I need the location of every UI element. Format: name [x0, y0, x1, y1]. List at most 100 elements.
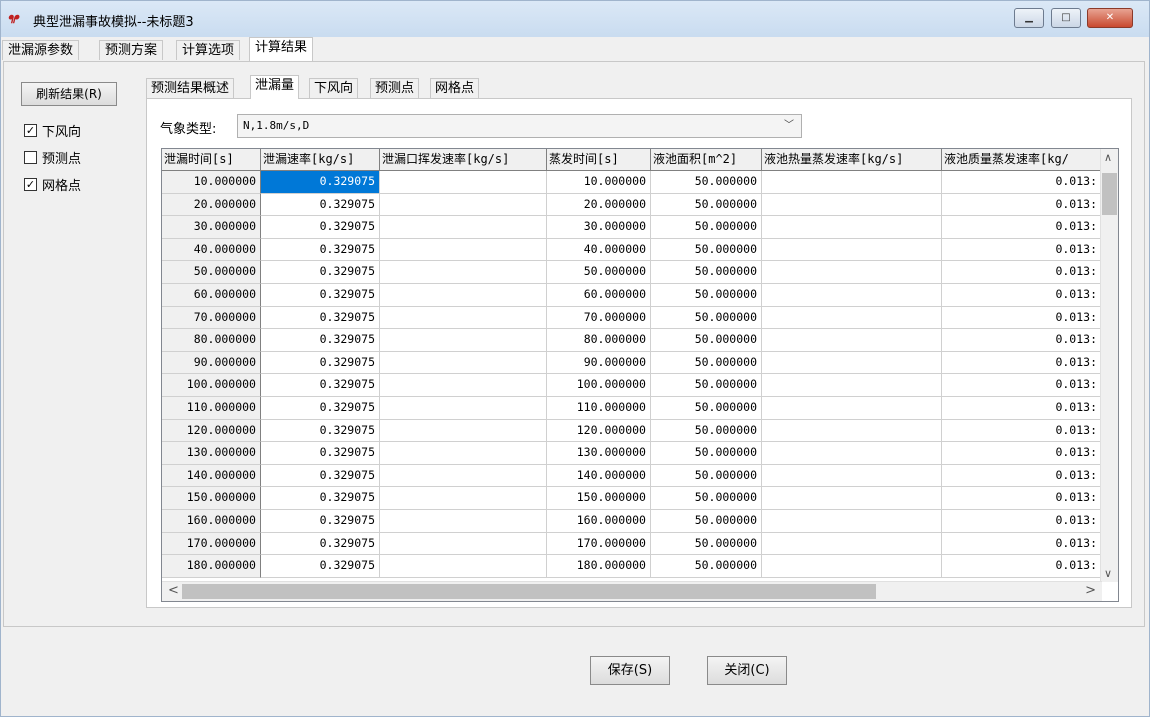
- table-cell[interactable]: [762, 216, 942, 239]
- table-cell[interactable]: 0.013:: [942, 532, 1102, 556]
- table-cell[interactable]: [380, 487, 547, 510]
- results-grid[interactable]: 泄漏时间[s] 泄漏速率[kg/s] 泄漏口挥发速率[kg/s] 蒸发时间[s] 液池面…: [161, 148, 1119, 602]
- table-cell[interactable]: 0.013:: [942, 464, 1102, 488]
- table-cell[interactable]: 0.013:: [942, 555, 1102, 578]
- table-cell[interactable]: 0.329075: [261, 171, 380, 194]
- tab-prediction-plan[interactable]: 预测方案: [99, 40, 164, 60]
- table-cell[interactable]: [762, 283, 942, 307]
- scroll-down-icon[interactable]: ∨: [1104, 567, 1112, 580]
- tab-calc-results[interactable]: 计算结果: [249, 37, 314, 61]
- table-cell[interactable]: 50.000000: [651, 216, 762, 239]
- table-row[interactable]: 60.000000 0.329075 60.000000 50.000000 0.013…: [162, 283, 1102, 307]
- table-cell[interactable]: 50.000000: [651, 509, 762, 533]
- table-cell[interactable]: [380, 396, 547, 420]
- table-cell[interactable]: 10.000000: [547, 171, 651, 194]
- table-row[interactable]: 80.000000 0.329075 80.000000 50.000000 0.013…: [162, 329, 1102, 352]
- save-button[interactable]: 保存(S): [590, 656, 670, 685]
- table-cell[interactable]: 20.000000: [547, 193, 651, 217]
- table-cell[interactable]: 0.329075: [261, 555, 380, 578]
- checkbox-grid-point-box[interactable]: ✓: [24, 177, 37, 191]
- table-cell[interactable]: 0.013:: [942, 351, 1102, 375]
- table-cell[interactable]: 0.013:: [942, 329, 1102, 352]
- table-cell[interactable]: 0.013:: [942, 487, 1102, 510]
- table-cell[interactable]: 180.000000: [547, 555, 651, 578]
- table-cell[interactable]: [762, 555, 942, 578]
- table-cell[interactable]: 50.000000: [651, 555, 762, 578]
- table-cell[interactable]: [380, 509, 547, 533]
- tab-grid-point[interactable]: 网格点: [430, 78, 480, 98]
- table-cell[interactable]: 110.000000: [547, 396, 651, 420]
- tab-downwind[interactable]: 下风向: [309, 78, 359, 98]
- table-cell[interactable]: 50.000000: [651, 193, 762, 217]
- table-cell[interactable]: 0.013:: [942, 374, 1102, 397]
- table-cell[interactable]: 40.000000: [547, 238, 651, 262]
- tab-leak-amount[interactable]: 泄漏量: [250, 75, 300, 99]
- table-cell[interactable]: 0.329075: [261, 351, 380, 375]
- table-cell[interactable]: [762, 329, 942, 352]
- table-cell[interactable]: 50.000000: [651, 283, 762, 307]
- table-row[interactable]: 10.000000 0.329075 10.000000 50.000000 0.013…: [162, 171, 1102, 194]
- table-cell[interactable]: 90.000000: [547, 351, 651, 375]
- tab-prediction-point[interactable]: 预测点: [370, 78, 420, 98]
- row-header-cell[interactable]: 120.000000: [162, 419, 261, 443]
- table-cell[interactable]: [380, 261, 547, 284]
- row-header-cell[interactable]: 180.000000: [162, 555, 261, 578]
- table-cell[interactable]: [380, 283, 547, 307]
- table-cell[interactable]: 50.000000: [651, 351, 762, 375]
- vertical-scrollbar[interactable]: ∧ ∨: [1100, 149, 1118, 582]
- table-cell[interactable]: 170.000000: [547, 532, 651, 556]
- close-button[interactable]: 关闭(C): [707, 656, 787, 685]
- row-header-cell[interactable]: 100.000000: [162, 374, 261, 397]
- row-header-cell[interactable]: 150.000000: [162, 487, 261, 510]
- row-header-cell[interactable]: 80.000000: [162, 329, 261, 352]
- table-cell[interactable]: 160.000000: [547, 509, 651, 533]
- table-cell[interactable]: 0.329075: [261, 396, 380, 420]
- table-cell[interactable]: [762, 464, 942, 488]
- table-cell[interactable]: 50.000000: [651, 487, 762, 510]
- table-row[interactable]: 140.000000 0.329075 140.000000 50.000000 0.0…: [162, 464, 1102, 488]
- row-header-cell[interactable]: 20.000000: [162, 193, 261, 217]
- vertical-scroll-thumb[interactable]: [1102, 173, 1117, 215]
- table-cell[interactable]: [380, 193, 547, 217]
- table-row[interactable]: 180.000000 0.329075 180.000000 50.000000 0.0…: [162, 555, 1102, 578]
- title-bar[interactable]: ᖳᖰ 典型泄漏事故模拟--未标题3 ▁ □ ✕: [1, 1, 1149, 37]
- table-row[interactable]: 100.000000 0.329075 100.000000 50.000000 0.0…: [162, 374, 1102, 397]
- table-cell[interactable]: [762, 374, 942, 397]
- column-header[interactable]: 泄漏速率[kg/s]: [261, 149, 380, 171]
- table-row[interactable]: 40.000000 0.329075 40.000000 50.000000 0.013…: [162, 238, 1102, 262]
- weather-type-select[interactable]: N,1.8m/s,D ﹀: [237, 114, 802, 138]
- maximize-button[interactable]: □: [1051, 8, 1081, 28]
- table-cell[interactable]: 50.000000: [651, 464, 762, 488]
- table-cell[interactable]: [762, 509, 942, 533]
- table-cell[interactable]: [762, 396, 942, 420]
- table-row[interactable]: 120.000000 0.329075 120.000000 50.000000 0.0…: [162, 419, 1102, 443]
- scroll-up-icon[interactable]: ∧: [1104, 151, 1112, 164]
- scroll-right-icon[interactable]: >: [1085, 583, 1096, 598]
- table-cell[interactable]: 0.329075: [261, 374, 380, 397]
- table-cell[interactable]: 0.329075: [261, 306, 380, 330]
- tab-calc-options[interactable]: 计算选项: [176, 40, 241, 60]
- table-cell[interactable]: 50.000000: [547, 261, 651, 284]
- table-row[interactable]: 130.000000 0.329075 130.000000 50.000000 0.0…: [162, 442, 1102, 465]
- checkbox-prediction-point[interactable]: 预测点: [24, 148, 81, 167]
- table-cell[interactable]: [380, 329, 547, 352]
- table-cell[interactable]: 0.013:: [942, 216, 1102, 239]
- table-cell[interactable]: [762, 532, 942, 556]
- table-cell[interactable]: 50.000000: [651, 532, 762, 556]
- table-cell[interactable]: 0.013:: [942, 193, 1102, 217]
- table-cell[interactable]: [380, 442, 547, 465]
- table-cell[interactable]: [380, 532, 547, 556]
- table-cell[interactable]: 0.013:: [942, 238, 1102, 262]
- table-cell[interactable]: 0.013:: [942, 442, 1102, 465]
- table-cell[interactable]: [762, 351, 942, 375]
- table-cell[interactable]: [762, 487, 942, 510]
- table-cell[interactable]: 0.329075: [261, 238, 380, 262]
- table-cell[interactable]: 150.000000: [547, 487, 651, 510]
- table-cell[interactable]: 0.013:: [942, 261, 1102, 284]
- minimize-button[interactable]: ▁: [1014, 8, 1044, 28]
- table-cell[interactable]: 0.013:: [942, 509, 1102, 533]
- table-cell[interactable]: [380, 216, 547, 239]
- tab-result-overview[interactable]: 预测结果概述: [146, 78, 235, 98]
- table-cell[interactable]: 50.000000: [651, 329, 762, 352]
- table-cell[interactable]: 50.000000: [651, 374, 762, 397]
